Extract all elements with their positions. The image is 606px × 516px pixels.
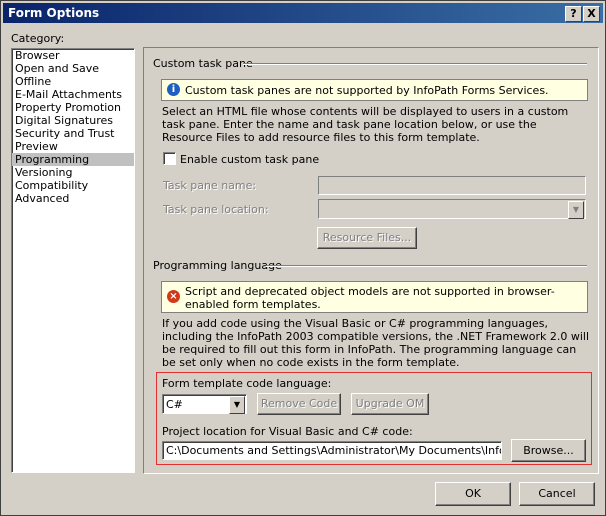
enable-task-pane-label[interactable]: Enable custom task pane — [180, 153, 319, 166]
category-item-browser[interactable]: Browser — [12, 49, 134, 62]
task-pane-description: Select an HTML file whose contents will … — [162, 105, 569, 144]
programming-language-heading: Programming language — [153, 259, 282, 272]
browse-button[interactable]: Browse... — [511, 439, 586, 462]
programming-description: If you add code using the Visual Basic o… — [162, 317, 589, 369]
code-language-dropdown[interactable]: C# ▼ — [162, 394, 247, 414]
close-button[interactable]: X — [583, 6, 600, 22]
category-label: Category: — [11, 32, 65, 45]
form-options-dialog: Form Options ? X Category: Browser Open a… — [0, 0, 606, 516]
category-item-compatibility[interactable]: Compatibility — [12, 179, 134, 192]
category-item-advanced[interactable]: Advanced — [12, 192, 134, 205]
info-message-text: Custom task panes are not supported by I… — [185, 84, 549, 97]
ok-button[interactable]: OK — [435, 482, 511, 506]
category-item-offline[interactable]: Offline — [12, 75, 134, 88]
category-item-e-mail-attachments[interactable]: E-Mail Attachments — [12, 88, 134, 101]
category-item-preview[interactable]: Preview — [12, 140, 134, 153]
project-location-input[interactable]: C:\Documents and Settings\Administrator\… — [162, 441, 502, 460]
task-pane-name-label: Task pane name: — [163, 179, 257, 192]
category-item-open-and-save[interactable]: Open and Save — [12, 62, 134, 75]
task-pane-location-label: Task pane location: — [163, 203, 269, 216]
warning-message-text: Script and deprecated object models are … — [185, 285, 555, 311]
task-pane-location-dropdown[interactable]: ▼ — [318, 199, 586, 219]
title-bar[interactable]: Form Options ? X — [3, 3, 603, 23]
remove-code-button[interactable]: Remove Code — [257, 393, 341, 415]
enable-task-pane-checkbox[interactable] — [163, 152, 176, 165]
code-language-label: Form template code language: — [162, 377, 332, 390]
warning-message-box: × Script and deprecated object models ar… — [161, 281, 588, 313]
project-location-value: C:\Documents and Settings\Administrator\… — [166, 444, 501, 457]
category-item-property-promotion[interactable]: Property Promotion — [12, 101, 134, 114]
category-item-programming[interactable]: Programming — [12, 153, 134, 166]
upgrade-om-button[interactable]: Upgrade OM — [351, 393, 429, 415]
project-location-label: Project location for Visual Basic and C#… — [162, 425, 413, 438]
info-icon: i — [167, 83, 180, 96]
cancel-button[interactable]: Cancel — [519, 482, 595, 506]
resource-files-button[interactable]: Resource Files... — [317, 227, 417, 249]
task-pane-name-input[interactable] — [318, 176, 586, 195]
window-title: Form Options — [8, 6, 100, 20]
chevron-down-icon[interactable]: ▼ — [568, 201, 584, 219]
category-item-versioning[interactable]: Versioning — [12, 166, 134, 179]
chevron-down-icon[interactable]: ▼ — [229, 396, 245, 414]
category-item-security-and-trust[interactable]: Security and Trust — [12, 127, 134, 140]
category-list[interactable]: Browser Open and Save Offline E-Mail Attach… — [11, 48, 135, 473]
help-button[interactable]: ? — [565, 6, 582, 22]
error-icon: × — [167, 290, 180, 303]
section-divider — [266, 265, 587, 267]
code-language-value: C# — [166, 398, 183, 411]
custom-task-pane-heading: Custom task pane — [153, 57, 253, 70]
info-message-box: i Custom task panes are not supported by… — [161, 79, 588, 101]
category-item-digital-signatures[interactable]: Digital Signatures — [12, 114, 134, 127]
section-divider — [243, 63, 587, 65]
